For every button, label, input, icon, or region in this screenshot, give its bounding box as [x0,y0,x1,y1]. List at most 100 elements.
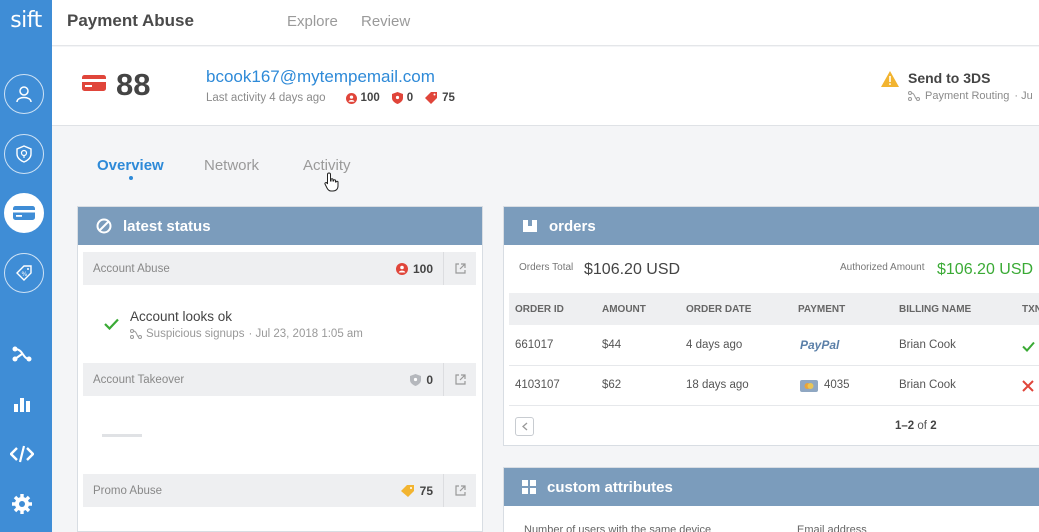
account-abuse-label: Account Abuse [93,262,170,275]
tab-overview[interactable]: Overview [97,157,164,174]
external-link-icon [454,374,466,385]
account-takeover-score: 0 [410,373,433,387]
last-activity: Last activity 4 days ago [206,92,326,104]
grid-icon [522,480,536,494]
order-id[interactable]: 661017 [515,339,553,351]
status-source: Suspicious signups · Jul 23, 2018 1:05 a… [130,328,363,340]
billing-name: Brian Cook [899,339,956,351]
code-icon [10,445,34,463]
account-takeover-badge: 0 [391,92,413,104]
sidebar-item-settings[interactable] [8,490,36,518]
authorized-amount-value: $106.20 USD [937,261,1034,278]
order-id[interactable]: 4103107 [515,379,560,391]
active-tab-indicator [129,176,133,180]
orders-header: orders [504,207,1039,245]
column-txn[interactable]: TXN [1022,304,1039,315]
billing-name: Brian Cook [899,379,956,391]
table-row[interactable]: 4103107 $62 18 days ago 4035 Brian Cook [509,366,1039,406]
promo-abuse-badge: 75 [425,92,455,104]
bar-chart-icon [14,398,30,412]
workflow-icon [12,346,32,362]
external-link-icon [454,485,466,496]
column-payment[interactable]: PAYMENT [798,304,845,315]
sidebar-item-developer[interactable] [8,440,36,468]
warning-icon [881,71,899,87]
promo-abuse-label: Promo Abuse [93,484,163,497]
tag-risk-icon [425,92,438,104]
payment-card-icon [82,75,106,91]
external-link-icon [454,263,466,274]
card-last-four: 4035 [824,379,850,391]
account-abuse-row: Account Abuse 100 [83,252,476,285]
user-risk-icon [345,92,357,104]
orders-total-value: $106.20 USD [584,261,681,278]
check-icon [1022,341,1035,352]
attribute-label-email: Email address [797,524,867,532]
orders-total-label: Orders Total [519,262,574,273]
account-abuse-badge: 100 [345,92,380,104]
box-icon [523,220,537,232]
shield-risk-icon [391,92,403,104]
order-date: 4 days ago [686,339,743,351]
sidebar-item-promo-abuse[interactable]: % [4,253,44,293]
nav-link-review[interactable]: Review [361,13,410,30]
column-amount[interactable]: AMOUNT [602,304,646,315]
order-amount: $62 [602,379,622,391]
sidebar-item-payment-abuse[interactable] [4,193,44,233]
user-risk-icon [395,262,408,275]
check-icon [104,318,119,330]
sidebar: sift % [0,0,52,532]
custom-attributes-panel: custom attributes Number of users with t… [503,467,1039,532]
sidebar-item-workflows[interactable] [8,340,36,368]
risk-score: 88 [116,67,151,102]
column-order-date[interactable]: ORDER DATE [686,304,751,315]
credit-card-icon [13,206,35,220]
sidebar-item-account-takeover[interactable] [4,134,44,174]
chevron-left-icon [521,422,527,431]
order-amount: $44 [602,339,622,351]
workflow-small-icon [908,91,920,101]
nav-link-explore[interactable]: Explore [287,13,338,30]
table-row[interactable]: 661017 $44 4 days ago PayPal Brian Cook [509,326,1039,366]
order-date: 18 days ago [686,379,749,391]
promo-abuse-row: Promo Abuse 75 [83,474,476,507]
decision-source: Payment Routing · Ju [908,90,1033,102]
promo-tag-icon: % [16,265,32,281]
sidebar-item-reports[interactable] [8,390,36,418]
close-icon [1022,380,1034,392]
tab-network[interactable]: Network [204,157,259,174]
attribute-label-devices: Number of users with the same device [524,524,712,532]
custom-attributes-header: custom attributes [504,468,1039,506]
sift-logo[interactable]: sift [0,8,52,33]
user-email-link[interactable]: bcook167@mytempemail.com [206,67,435,87]
status-text: Account looks ok [130,309,233,324]
hand-cursor-icon [324,172,339,192]
pagination-info: 1–2 of 2 [895,420,937,432]
paypal-logo: PayPal [800,338,840,352]
open-external-button[interactable] [443,363,476,396]
gear-icon [12,494,32,514]
svg-text:%: % [22,271,28,278]
column-billing-name[interactable]: BILLING NAME [899,304,971,315]
tag-orange-icon [400,484,414,497]
activity-meta: Last activity 4 days ago 100 0 75 [206,92,455,104]
open-external-button[interactable] [443,474,476,507]
workflow-small-icon [130,329,142,339]
empty-placeholder [102,434,142,437]
latest-status-header: latest status [78,207,482,245]
previous-page-button[interactable] [515,417,534,436]
page-title: Payment Abuse [67,11,194,30]
open-external-button[interactable] [443,252,476,285]
shield-bulb-icon [16,145,32,163]
no-entry-icon [96,218,112,234]
orders-table-header: ORDER ID AMOUNT ORDER DATE PAYMENT BILLI… [509,293,1039,325]
sidebar-item-users[interactable] [4,74,44,114]
account-takeover-row: Account Takeover 0 [83,363,476,396]
card-brand-icon [800,380,818,392]
user-header: 88 bcook167@mytempemail.com Last activit… [52,47,1039,126]
decision-title: Send to 3DS [908,70,991,86]
column-order-id[interactable]: ORDER ID [515,304,564,315]
latest-status-panel: latest status Account Abuse 100 Account … [77,206,483,532]
top-bar: Payment Abuse Explore Review [52,0,1039,46]
authorized-amount-label: Authorized Amount [840,262,925,273]
